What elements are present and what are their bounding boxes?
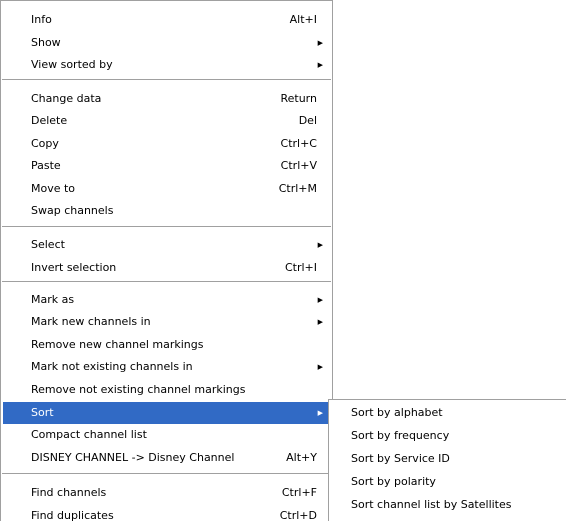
menu-separator <box>2 473 331 475</box>
menu-item-swap-channels[interactable]: Swap channels <box>3 200 330 222</box>
menu-item-label: Invert selection <box>31 261 117 274</box>
menu-item-label: Sort by polarity <box>351 475 436 488</box>
menu-item-view-sorted-by[interactable]: View sorted by ▶ <box>3 54 330 76</box>
menu-item-label: Mark not existing channels in <box>31 360 193 373</box>
menu-item-label: Compact channel list <box>31 428 147 441</box>
submenu-arrow-icon: ▶ <box>317 39 323 47</box>
menu-item-label: View sorted by <box>31 58 113 71</box>
menu-item-remove-not-existing-channel-markings[interactable]: Remove not existing channel markings <box>3 379 330 401</box>
menu-item-label: Paste <box>31 159 61 172</box>
shortcut-label: Ctrl+F <box>281 486 317 499</box>
menu-item-find-duplicates[interactable]: Find duplicates Ctrl+D <box>3 505 330 527</box>
menu-separator <box>2 79 331 81</box>
submenu-arrow-icon: ▶ <box>317 409 323 417</box>
menu-item-label: Sort by Service ID <box>351 452 450 465</box>
menu-item-show[interactable]: Show ▶ <box>3 32 330 54</box>
submenu-arrow-icon: ▶ <box>317 363 323 371</box>
shortcut-label: Ctrl+I <box>284 261 317 274</box>
menu-item-label: Mark as <box>31 293 75 306</box>
menu-item-label: Find duplicates <box>31 509 114 522</box>
context-menu: Info Alt+I Show ▶ View sorted by ▶ Chang… <box>0 0 333 522</box>
submenu-arrow-icon: ▶ <box>317 318 323 326</box>
shortcut-label: Ctrl+M <box>278 182 317 195</box>
submenu-item-sort-by-service-id[interactable]: Sort by Service ID <box>331 448 564 470</box>
menu-item-mark-new-channels-in[interactable]: Mark new channels in ▶ <box>3 311 330 333</box>
submenu-item-sort-by-frequency[interactable]: Sort by frequency <box>331 425 564 447</box>
shortcut-label: Return <box>280 92 317 105</box>
menu-item-compact-channel-list[interactable]: Compact channel list <box>3 424 330 446</box>
menu-item-label: Delete <box>31 114 68 127</box>
menu-item-label: DISNEY CHANNEL -> Disney Channel <box>31 451 235 464</box>
submenu-item-sort-by-satellites[interactable]: Sort channel list by Satellites <box>331 494 564 516</box>
menu-separator <box>2 226 331 228</box>
menu-item-mark-as[interactable]: Mark as ▶ <box>3 289 330 311</box>
submenu-arrow-icon: ▶ <box>317 241 323 249</box>
menu-item-sort[interactable]: Sort ▶ <box>3 402 330 424</box>
menu-item-change-data[interactable]: Change data Return <box>3 88 330 110</box>
sort-submenu: Sort by alphabet Sort by frequency Sort … <box>328 399 566 521</box>
menu-item-label: Select <box>31 238 65 251</box>
menu-item-find-channels[interactable]: Find channels Ctrl+F <box>3 482 330 504</box>
menu-item-label: Move to <box>31 182 76 195</box>
menu-item-invert-selection[interactable]: Invert selection Ctrl+I <box>3 257 330 279</box>
shortcut-label: Del <box>298 114 317 127</box>
menu-item-label: Sort by alphabet <box>351 406 443 419</box>
menu-item-label: Copy <box>31 137 59 150</box>
menu-item-delete[interactable]: Delete Del <box>3 110 330 132</box>
menu-item-remove-new-channel-markings[interactable]: Remove new channel markings <box>3 334 330 356</box>
shortcut-label: Ctrl+C <box>280 137 317 150</box>
submenu-item-sort-by-polarity[interactable]: Sort by polarity <box>331 471 564 493</box>
menu-item-label: Show <box>31 36 61 49</box>
menu-item-paste[interactable]: Paste Ctrl+V <box>3 155 330 177</box>
menu-item-label: Find channels <box>31 486 107 499</box>
menu-item-label: Sort by frequency <box>351 429 450 442</box>
submenu-arrow-icon: ▶ <box>317 61 323 69</box>
menu-item-label: Sort channel list by Satellites <box>351 498 512 511</box>
menu-separator <box>2 281 331 283</box>
menu-item-copy[interactable]: Copy Ctrl+C <box>3 133 330 155</box>
menu-item-select[interactable]: Select ▶ <box>3 234 330 256</box>
menu-item-label: Mark new channels in <box>31 315 151 328</box>
submenu-arrow-icon: ▶ <box>317 296 323 304</box>
menu-item-label: Remove new channel markings <box>31 338 204 351</box>
menu-item-label: Remove not existing channel markings <box>31 383 246 396</box>
menu-item-move-to[interactable]: Move to Ctrl+M <box>3 178 330 200</box>
menu-item-label: Change data <box>31 92 102 105</box>
menu-item-label: Swap channels <box>31 204 114 217</box>
menu-item-info[interactable]: Info Alt+I <box>3 9 330 31</box>
menu-item-label: Info <box>31 13 52 26</box>
menu-item-disney-rename[interactable]: DISNEY CHANNEL -> Disney Channel Alt+Y <box>3 447 330 469</box>
menu-item-label: Sort <box>31 406 54 419</box>
shortcut-label: Alt+Y <box>286 451 317 464</box>
shortcut-label: Ctrl+D <box>279 509 317 522</box>
shortcut-label: Alt+I <box>289 13 317 26</box>
menu-item-mark-not-existing-channels-in[interactable]: Mark not existing channels in ▶ <box>3 356 330 378</box>
shortcut-label: Ctrl+V <box>280 159 317 172</box>
submenu-item-sort-by-alphabet[interactable]: Sort by alphabet <box>331 402 564 424</box>
